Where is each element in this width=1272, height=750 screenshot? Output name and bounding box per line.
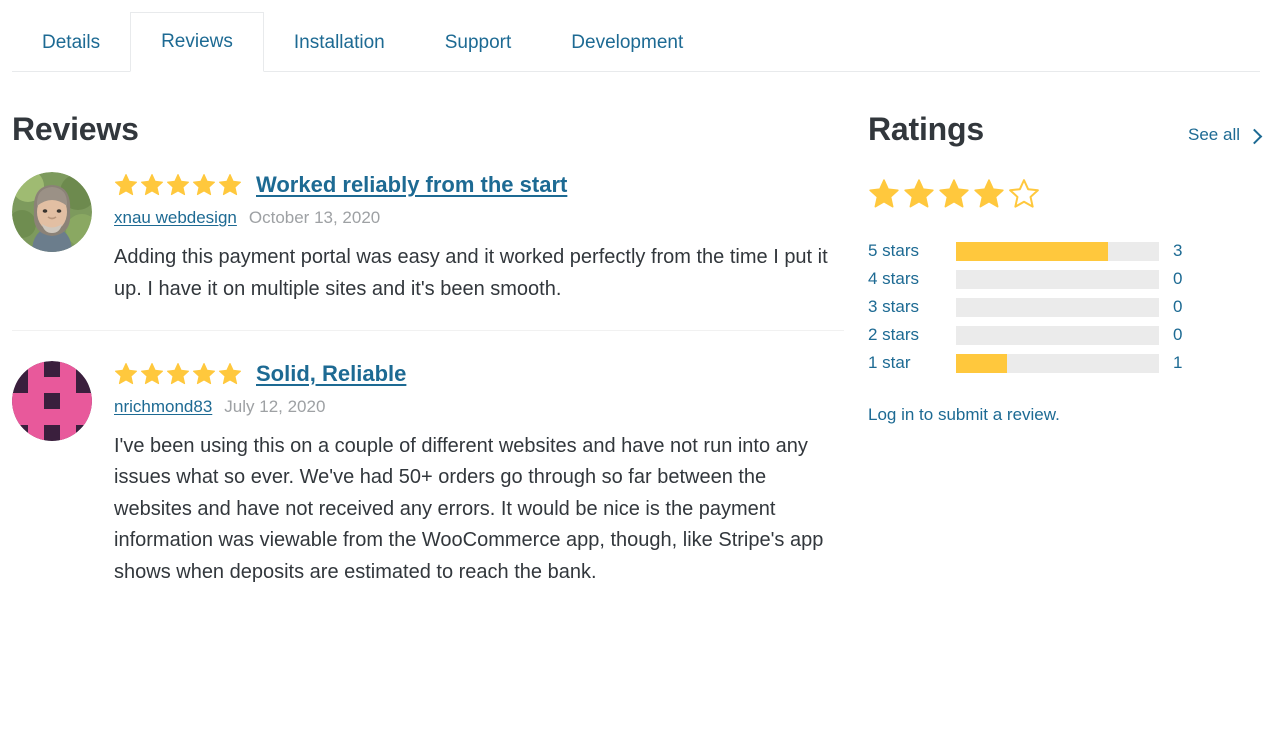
rating-bar-track <box>956 325 1159 345</box>
reviews-column: Reviews Worked reliably from the start xn… <box>0 72 856 589</box>
ratings-breakdown: 5 stars 3 4 stars 0 3 stars 0 2 stars 0 1 star 1 <box>868 237 1260 377</box>
tab-label: Support <box>444 32 512 53</box>
review-item: Worked reliably from the start xnau webde… <box>12 148 844 305</box>
reviews-heading: Reviews <box>12 111 139 147</box>
tab-installation[interactable]: Installation <box>264 14 415 72</box>
avatar <box>12 172 92 253</box>
login-to-review-link[interactable]: Log in to submit a review. <box>868 405 1260 425</box>
review-title-link[interactable]: Worked reliably from the start <box>256 172 567 198</box>
rating-bar-row: 2 stars 0 <box>868 321 1260 349</box>
review-date: July 12, 2020 <box>224 396 326 416</box>
review-rating-stars <box>114 173 242 197</box>
review-body-wrapper: Worked reliably from the start xnau webde… <box>12 170 844 305</box>
star-filled-icon <box>973 178 1005 215</box>
rating-bar-label[interactable]: 5 stars <box>868 241 956 261</box>
rating-bar-track <box>956 269 1159 289</box>
plugin-tab-bar: Details Reviews Installation Support Develop… <box>0 0 1272 72</box>
review-headline: Solid, Reliable <box>114 359 844 389</box>
rating-bar-label[interactable]: 4 stars <box>868 269 956 289</box>
review-text: I've been using this on a couple of diff… <box>114 434 824 583</box>
rating-bar-row: 3 stars 0 <box>868 293 1260 321</box>
average-rating-stars <box>868 178 1260 215</box>
see-all-ratings-link[interactable]: See all <box>1188 125 1263 145</box>
tab-details[interactable]: Details <box>12 14 130 72</box>
review-author-link[interactable]: nrichmond83 <box>114 397 212 417</box>
rating-bar-track <box>956 297 1159 317</box>
star-filled-icon <box>938 178 970 215</box>
ratings-column: Ratings See all 5 stars 3 4 stars 0 3 stars 0… <box>856 72 1272 589</box>
tab-label: Development <box>571 32 684 53</box>
rating-bar-label[interactable]: 2 stars <box>868 325 956 345</box>
see-all-label: See all <box>1188 125 1240 144</box>
star-empty-icon <box>1008 178 1040 215</box>
rating-bar-count[interactable]: 0 <box>1173 297 1213 317</box>
rating-bar-row: 1 star 1 <box>868 349 1260 377</box>
rating-bar-count[interactable]: 0 <box>1173 325 1213 345</box>
tab-reviews[interactable]: Reviews <box>130 12 264 72</box>
tab-list: Details Reviews Installation Support Develop… <box>12 0 713 72</box>
rating-bar-label[interactable]: 1 star <box>868 353 956 373</box>
ratings-heading: Ratings <box>868 111 984 147</box>
rating-bar-track <box>956 241 1159 261</box>
review-title-link[interactable]: Solid, Reliable <box>256 361 406 387</box>
avatar <box>12 360 92 441</box>
chevron-right-icon <box>1246 128 1263 144</box>
rating-bar-track <box>956 353 1159 373</box>
rating-bar-row: 4 stars 0 <box>868 265 1260 293</box>
rating-bar-count[interactable]: 1 <box>1173 353 1213 373</box>
rating-bar-count[interactable]: 3 <box>1173 241 1213 261</box>
review-body-wrapper: Solid, Reliable nrichmond83 July 12, 2020 I… <box>12 359 844 589</box>
review-author-link[interactable]: xnau webdesign <box>114 208 237 228</box>
ratings-header: Ratings See all <box>868 110 1263 148</box>
page-content: Reviews Worked reliably from the start xn… <box>0 72 1272 589</box>
review-date: October 13, 2020 <box>248 208 381 228</box>
review-item: Solid, Reliable nrichmond83 July 12, 2020 I… <box>12 329 844 589</box>
rating-bar-fill <box>956 353 1007 373</box>
rating-bar-label[interactable]: 3 stars <box>868 297 956 317</box>
tab-label: Reviews <box>161 31 233 52</box>
review-meta: nrichmond83 July 12, 2020 <box>114 397 844 417</box>
rating-bar-fill <box>956 241 1109 261</box>
tab-support[interactable]: Support <box>415 14 542 72</box>
review-meta: xnau webdesign October 13, 2020 <box>114 208 844 228</box>
tab-development[interactable]: Development <box>541 14 713 72</box>
review-text: Adding this payment portal was easy and … <box>114 246 828 300</box>
tab-label: Details <box>42 32 101 53</box>
star-filled-icon <box>868 178 900 215</box>
rating-bar-row: 5 stars 3 <box>868 237 1260 265</box>
star-filled-icon <box>903 178 935 215</box>
rating-bar-count[interactable]: 0 <box>1173 269 1213 289</box>
review-rating-stars <box>114 362 242 386</box>
tab-label: Installation <box>293 32 385 53</box>
review-headline: Worked reliably from the start <box>114 170 844 200</box>
review-list: Worked reliably from the start xnau webde… <box>12 148 844 588</box>
